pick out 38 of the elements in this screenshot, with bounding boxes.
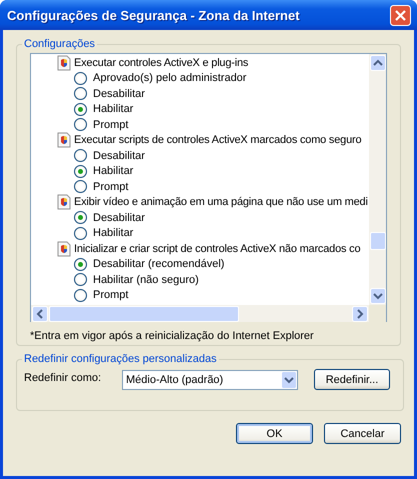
window-title: Configurações de Segurança - Zona da Internet bbox=[7, 8, 300, 22]
group-title: Redefinir configurações personalizadas bbox=[23, 353, 218, 365]
ok-button[interactable]: OK bbox=[236, 423, 313, 444]
level-dropdown[interactable]: Médio-Alto (padrão) bbox=[122, 370, 298, 390]
radio-option[interactable]: Prompt bbox=[57, 117, 369, 132]
horizontal-scrollbar[interactable] bbox=[31, 305, 369, 322]
radio-option[interactable]: Desabilitar bbox=[57, 86, 369, 102]
scroll-up-button[interactable] bbox=[370, 55, 386, 71]
radio-option[interactable]: Desabilitar bbox=[57, 210, 369, 226]
setting-heading: Executar controles ActiveX e plug-ins bbox=[74, 56, 248, 69]
radio-option[interactable]: Habilitar bbox=[57, 102, 369, 117]
radio-option[interactable]: Habilitar bbox=[57, 164, 369, 179]
setting-heading: Executar scripts de controles ActiveX marcados como seguro bbox=[74, 134, 362, 146]
group-title: Configurações bbox=[23, 38, 96, 50]
radio-option[interactable]: Desabilitar (recomendável) bbox=[57, 256, 369, 272]
shield-icon bbox=[57, 194, 71, 210]
cancel-button[interactable]: Cancelar bbox=[324, 423, 401, 444]
scroll-right-button[interactable] bbox=[352, 306, 368, 322]
field-label: Redefinir como: bbox=[24, 371, 102, 384]
close-button[interactable] bbox=[390, 4, 411, 26]
note-text: *Entra em vigor após a reinicialização do Internet Explorer bbox=[30, 329, 315, 342]
setting-heading: Inicializar e criar script de controles ActiveX não marcados co bbox=[74, 242, 360, 255]
scroll-left-button[interactable] bbox=[32, 306, 48, 322]
scrollbar-corner bbox=[369, 305, 386, 322]
radio-option[interactable]: Prompt bbox=[57, 288, 369, 303]
scroll-thumb[interactable] bbox=[370, 232, 386, 250]
radio-option[interactable]: Habilitar (não seguro) bbox=[57, 272, 369, 288]
shield-icon bbox=[57, 240, 71, 257]
radio-option[interactable]: Prompt bbox=[57, 179, 369, 194]
radio-option[interactable]: Desabilitar bbox=[57, 148, 369, 164]
vertical-scrollbar[interactable] bbox=[369, 54, 386, 305]
setting-heading: Exibir vídeo e animação em uma página que não use um medi bbox=[74, 196, 368, 208]
radio-option[interactable]: Aprovado(s) pelo administrador bbox=[57, 70, 369, 86]
scroll-down-button[interactable] bbox=[370, 288, 386, 304]
shield-icon bbox=[57, 132, 71, 148]
scroll-thumb[interactable] bbox=[49, 306, 239, 322]
reset-button[interactable]: Redefinir... bbox=[314, 369, 390, 390]
radio-option[interactable]: Habilitar bbox=[57, 226, 369, 241]
